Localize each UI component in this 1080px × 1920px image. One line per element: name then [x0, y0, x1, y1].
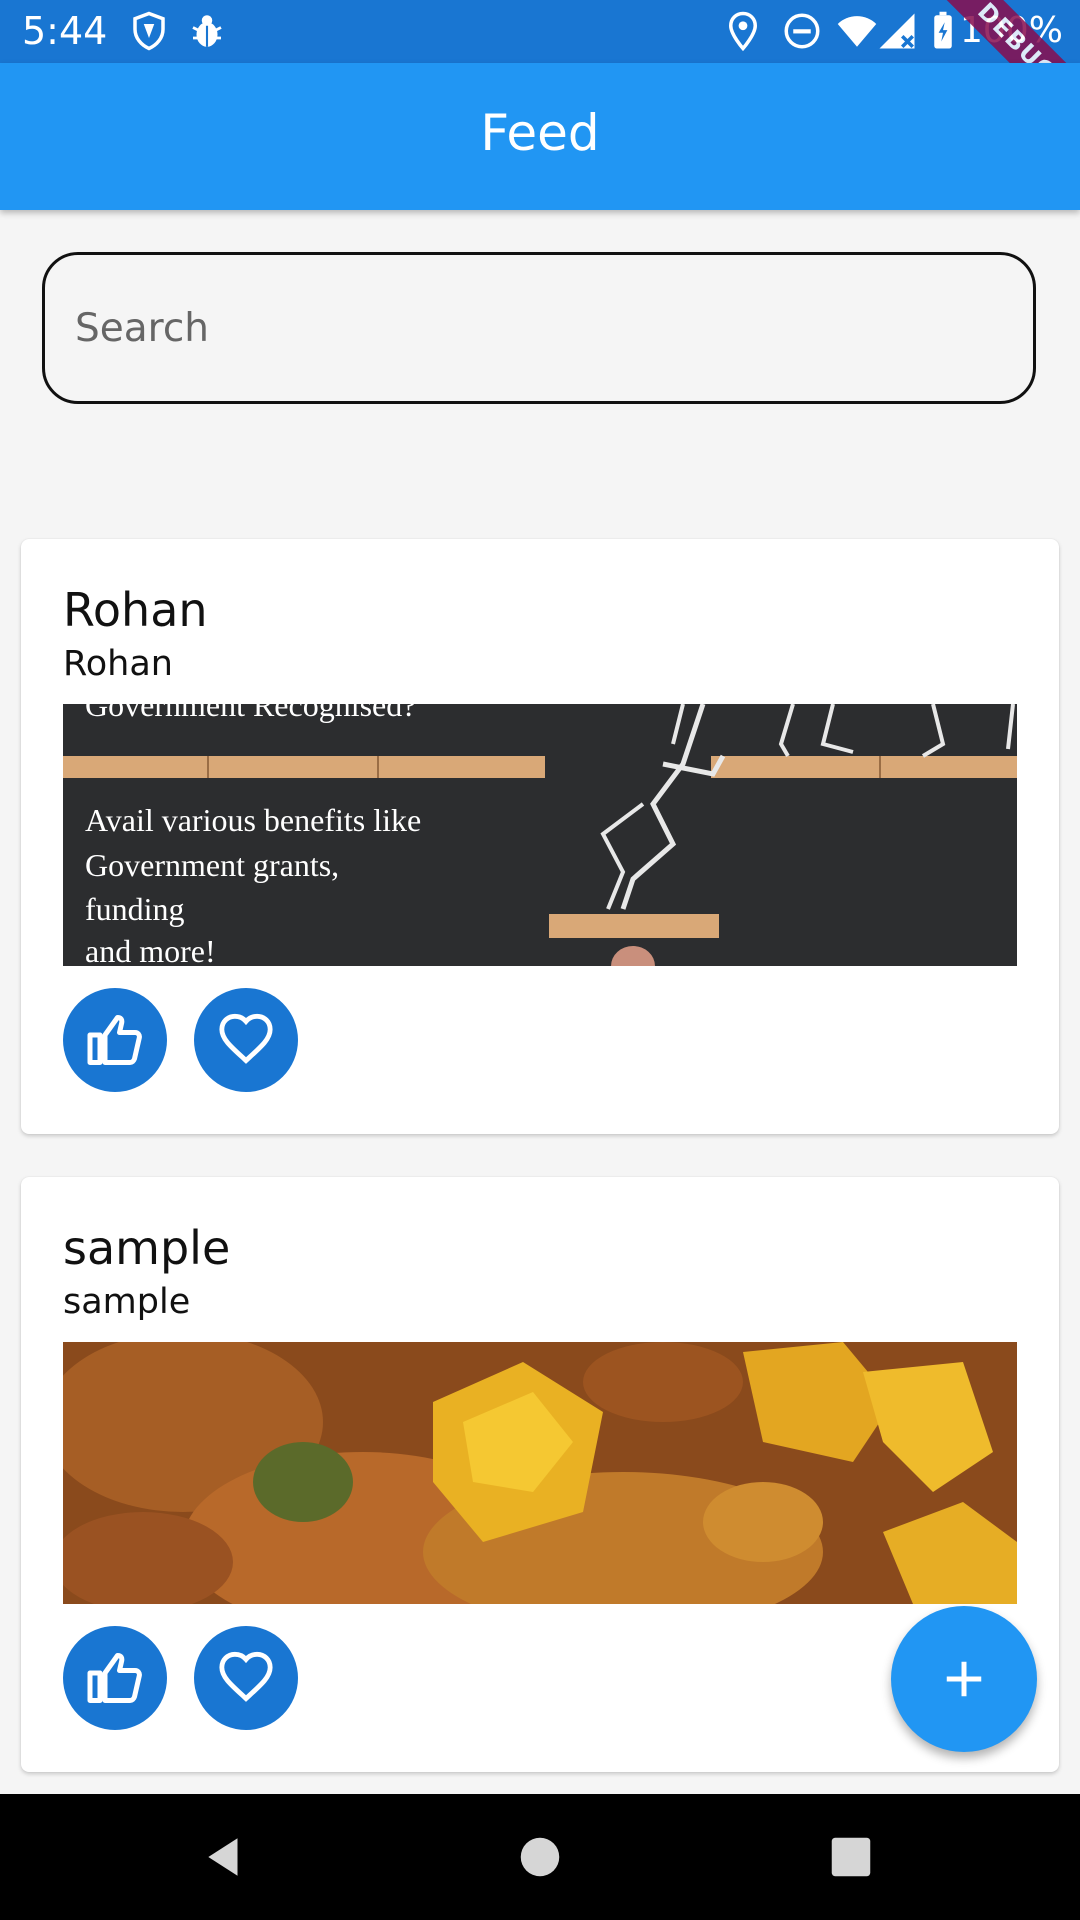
like-button[interactable] [63, 988, 167, 1092]
recents-button[interactable] [818, 1824, 884, 1890]
shield-icon [133, 11, 165, 51]
post-card: Rohan Rohan Government Recognised? Avail… [21, 539, 1059, 1134]
heart-icon [219, 1013, 273, 1064]
wifi-icon [837, 16, 877, 47]
plus-icon [946, 1661, 982, 1697]
do-not-disturb-icon [784, 13, 820, 49]
search-input[interactable]: Search [42, 252, 1036, 404]
add-post-button[interactable] [891, 1606, 1037, 1752]
home-icon [520, 1837, 560, 1877]
back-button[interactable] [192, 1824, 258, 1890]
image-caption-line: Government grants, [85, 847, 339, 883]
location-icon [728, 11, 758, 52]
status-bar: 5:44 100% DEBUG [0, 0, 1080, 138]
post-subtitle: Rohan [63, 644, 173, 684]
favorite-button[interactable] [194, 1626, 298, 1730]
image-caption-line: Avail various benefits like [85, 802, 421, 838]
post-image [63, 1342, 1017, 1604]
heart-icon [219, 1651, 273, 1702]
bug-icon [192, 15, 222, 47]
post-image: Government Recognised? Avail various ben… [63, 704, 1017, 966]
image-caption-line: Government Recognised? [85, 704, 416, 723]
thumb-up-icon [87, 1653, 142, 1703]
app-bar: Feed [0, 63, 1080, 210]
image-caption-line: funding [85, 891, 185, 927]
search-placeholder: Search [75, 306, 209, 351]
image-caption-line: and more! [85, 933, 216, 966]
like-button[interactable] [63, 1626, 167, 1730]
status-time: 5:44 [22, 9, 108, 53]
battery-icon [934, 11, 952, 49]
signal-icon [879, 13, 915, 49]
back-icon [208, 1838, 238, 1876]
recents-icon [831, 1837, 871, 1877]
thumb-up-icon [87, 1015, 142, 1065]
home-button[interactable] [507, 1824, 573, 1890]
page-title: Feed [480, 104, 600, 162]
navigation-bar [0, 1794, 1080, 1920]
post-title: sample [63, 1221, 231, 1275]
post-subtitle: sample [63, 1282, 191, 1322]
post-title: Rohan [63, 583, 208, 637]
favorite-button[interactable] [194, 988, 298, 1092]
